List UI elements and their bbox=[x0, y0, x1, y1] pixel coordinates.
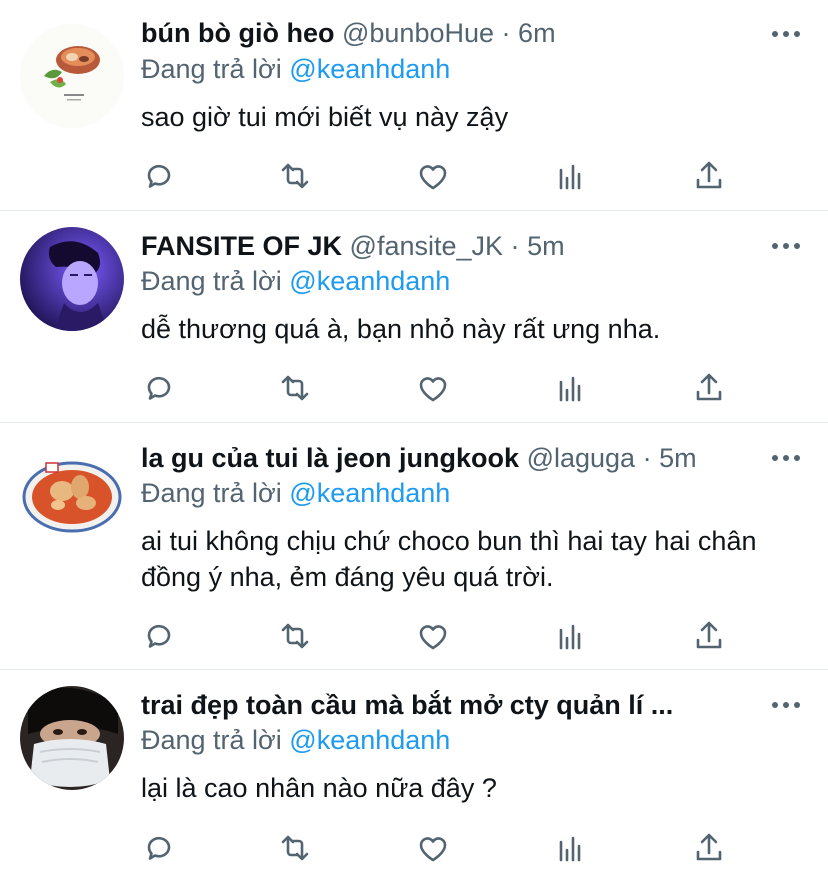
more-options-icon[interactable] bbox=[772, 24, 800, 44]
like-icon[interactable] bbox=[415, 370, 451, 406]
masked-portrait-avatar-image bbox=[20, 686, 124, 790]
replying-to-label: Đang trả lời bbox=[141, 266, 282, 296]
replying-to: Đang trả lời @keanhdanh bbox=[141, 264, 450, 298]
share-icon[interactable] bbox=[691, 370, 727, 406]
reply-icon[interactable] bbox=[141, 370, 177, 406]
reply-icon[interactable] bbox=[141, 158, 177, 194]
like-icon[interactable] bbox=[415, 830, 451, 866]
separator-dot: · bbox=[510, 231, 520, 261]
mention-link[interactable]: @keanhdanh bbox=[289, 478, 450, 508]
tweet-reply[interactable]: trai đẹp toàn cầu mà bắt mở cty quản lí … bbox=[0, 670, 828, 878]
analytics-icon[interactable] bbox=[553, 158, 589, 194]
tweet-actions bbox=[141, 618, 741, 654]
analytics-icon[interactable] bbox=[553, 370, 589, 406]
user-handle[interactable]: @fansite_JK bbox=[350, 231, 503, 261]
tweet-text: lại là cao nhân nào nữa đây ? bbox=[141, 773, 497, 803]
user-handle[interactable]: @bunboHue bbox=[342, 18, 494, 48]
tweet-text: dễ thương quá à, bạn nhỏ này rất ưng nha… bbox=[141, 314, 661, 344]
like-icon[interactable] bbox=[415, 618, 451, 654]
tweet-text: ai tui không chịu chứ choco bun thì hai … bbox=[141, 526, 757, 592]
tweet-text: sao giờ tui mới biết vụ này zậy bbox=[141, 102, 509, 132]
avatar[interactable] bbox=[20, 686, 124, 790]
tweet-header: la gu của tui là jeon jungkook @laguga ·… bbox=[141, 440, 768, 476]
share-icon[interactable] bbox=[691, 830, 727, 866]
tweet-actions bbox=[141, 370, 741, 406]
retweet-icon[interactable] bbox=[277, 618, 313, 654]
like-icon[interactable] bbox=[415, 158, 451, 194]
separator-dot: · bbox=[642, 443, 652, 473]
avatar[interactable] bbox=[20, 439, 124, 543]
retweet-icon[interactable] bbox=[277, 830, 313, 866]
replying-to-label: Đang trả lời bbox=[141, 725, 282, 755]
display-name[interactable]: trai đẹp toàn cầu mà bắt mở cty quản lí … bbox=[141, 690, 673, 720]
replying-to: Đang trả lời @keanhdanh bbox=[141, 723, 450, 757]
tweet-actions bbox=[141, 830, 741, 866]
tweet-reply[interactable]: FANSITE OF JK @fansite_JK · 5m Đang trả … bbox=[0, 211, 828, 423]
more-options-icon[interactable] bbox=[772, 695, 800, 715]
reply-icon[interactable] bbox=[141, 618, 177, 654]
replying-to: Đang trả lời @keanhdanh bbox=[141, 476, 450, 510]
display-name[interactable]: bún bò giò heo bbox=[141, 18, 334, 48]
separator-dot: · bbox=[501, 18, 511, 48]
replying-to-label: Đang trả lời bbox=[141, 478, 282, 508]
analytics-icon[interactable] bbox=[553, 618, 589, 654]
tweet-actions bbox=[141, 158, 741, 194]
purple-portrait-avatar-image bbox=[20, 227, 124, 331]
tweet-header: trai đẹp toàn cầu mà bắt mở cty quản lí … bbox=[141, 687, 768, 723]
display-name[interactable]: la gu của tui là jeon jungkook bbox=[141, 443, 519, 473]
more-options-icon[interactable] bbox=[772, 236, 800, 256]
mention-link[interactable]: @keanhdanh bbox=[289, 54, 450, 84]
food-bowl-avatar-image bbox=[20, 24, 124, 128]
tweet-reply[interactable]: la gu của tui là jeon jungkook @laguga ·… bbox=[0, 423, 828, 670]
timestamp[interactable]: 6m bbox=[518, 18, 556, 48]
tweet-header: bún bò giò heo @bunboHue · 6m bbox=[141, 15, 768, 51]
reply-icon[interactable] bbox=[141, 830, 177, 866]
mention-link[interactable]: @keanhdanh bbox=[289, 266, 450, 296]
share-icon[interactable] bbox=[691, 618, 727, 654]
retweet-icon[interactable] bbox=[277, 370, 313, 406]
display-name[interactable]: FANSITE OF JK bbox=[141, 231, 342, 261]
timestamp[interactable]: 5m bbox=[659, 443, 697, 473]
retweet-icon[interactable] bbox=[277, 158, 313, 194]
timestamp[interactable]: 5m bbox=[527, 231, 565, 261]
tweet-reply[interactable]: bún bò giò heo @bunboHue · 6m Đang trả l… bbox=[0, 0, 828, 211]
mention-link[interactable]: @keanhdanh bbox=[289, 725, 450, 755]
avatar[interactable] bbox=[20, 227, 124, 331]
curry-plate-avatar-image bbox=[20, 439, 124, 543]
analytics-icon[interactable] bbox=[553, 830, 589, 866]
replying-to-label: Đang trả lời bbox=[141, 54, 282, 84]
share-icon[interactable] bbox=[691, 158, 727, 194]
more-options-icon[interactable] bbox=[772, 448, 800, 468]
avatar[interactable] bbox=[20, 24, 124, 128]
user-handle[interactable]: @laguga bbox=[527, 443, 636, 473]
tweet-header: FANSITE OF JK @fansite_JK · 5m bbox=[141, 228, 768, 264]
replying-to: Đang trả lời @keanhdanh bbox=[141, 52, 450, 86]
